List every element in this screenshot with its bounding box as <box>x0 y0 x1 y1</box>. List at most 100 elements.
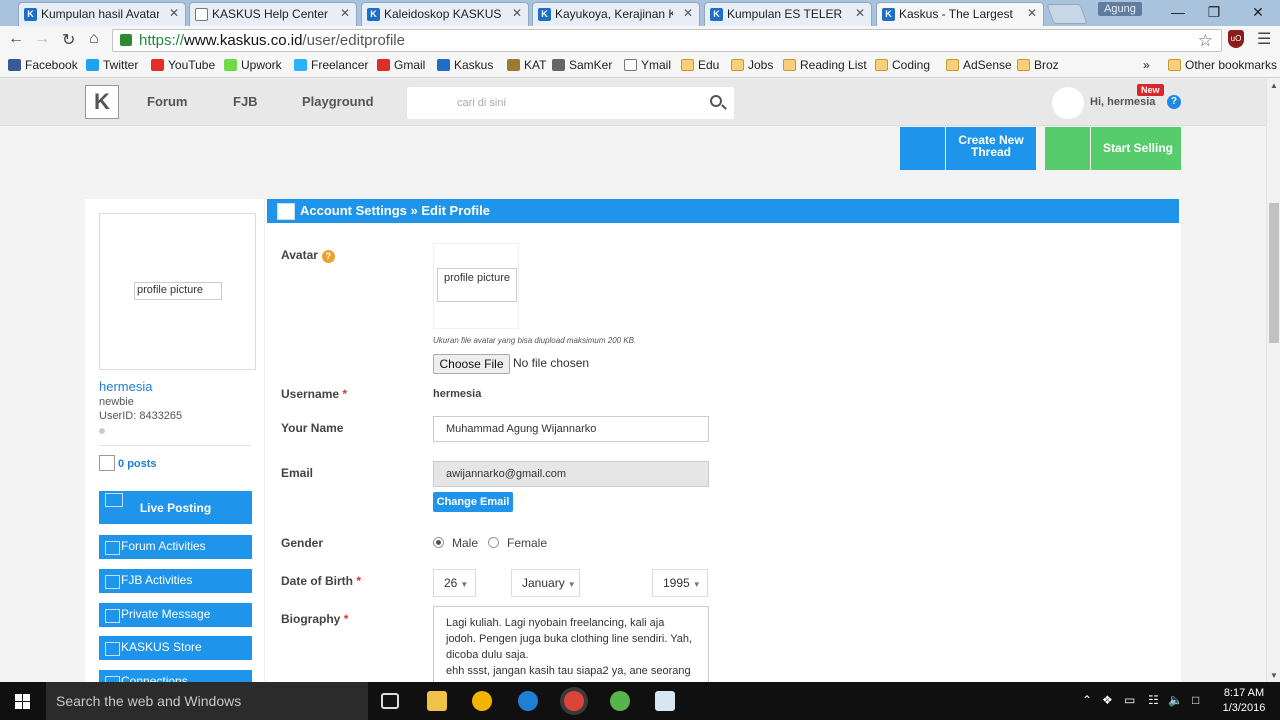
sidebar-username[interactable]: hermesia <box>99 379 152 394</box>
site-search-input[interactable]: cari di sini <box>407 87 734 119</box>
kaskus-logo[interactable]: K <box>85 85 119 119</box>
bookmark-jobs[interactable]: Jobs <box>731 58 773 72</box>
bookmark-adsense[interactable]: AdSense <box>946 58 1012 72</box>
dob-year-select[interactable]: 1995 ▼ <box>652 569 708 597</box>
profile-badge[interactable]: Agung <box>1098 2 1142 16</box>
back-icon[interactable]: ← <box>8 30 24 48</box>
nav-forum[interactable]: Forum <box>147 94 187 109</box>
kat-icon <box>507 59 520 71</box>
avatar[interactable] <box>1052 87 1084 119</box>
bookmark-edu[interactable]: Edu <box>681 58 719 72</box>
change-email-button[interactable]: Change Email <box>433 492 513 512</box>
wifi-icon[interactable]: ☷ <box>1148 693 1159 707</box>
notifications-icon[interactable]: □ <box>1192 693 1199 707</box>
restore-icon[interactable]: ❐ <box>1194 2 1234 22</box>
browser-tab[interactable]: K Kaleidoskop KASKUS Jua ✕ <box>361 2 529 26</box>
dob-day-select[interactable]: 26 ▼ <box>433 569 476 597</box>
tab-close-icon[interactable]: ✕ <box>855 6 865 20</box>
browser-tab[interactable]: K Kumpulan hasil Avatar | K ✕ <box>18 2 186 26</box>
email-field: awijannarko@gmail.com <box>433 461 709 487</box>
taskbar-search[interactable]: Search the web and Windows <box>46 682 368 720</box>
bookmark-kat[interactable]: KAT <box>507 58 546 72</box>
gender-male-label[interactable]: Male <box>452 536 478 550</box>
bookmark-gmail[interactable]: Gmail <box>377 58 425 72</box>
bookmark-upwork[interactable]: Upwork <box>224 58 282 72</box>
bookmark-kaskus[interactable]: Kaskus <box>437 58 493 72</box>
other-bookmarks[interactable]: Other bookmarks <box>1168 58 1277 72</box>
scroll-down-icon[interactable]: ▼ <box>1270 671 1278 680</box>
name-field[interactable]: Muhammad Agung Wijannarko <box>433 416 709 442</box>
sidebar-item-kaskus-store[interactable]: KASKUS Store <box>99 636 252 660</box>
volume-icon[interactable]: 🔈 <box>1168 693 1183 707</box>
bookmark-samker[interactable]: SamKer <box>552 58 612 72</box>
app-window-icon[interactable] <box>655 691 675 711</box>
drive-icon[interactable] <box>472 691 492 711</box>
search-icon[interactable] <box>710 95 722 107</box>
page-scrollbar[interactable]: ▲ ▼ <box>1266 79 1280 682</box>
dropbox-icon[interactable]: ❖ <box>1102 693 1113 707</box>
question-icon[interactable]: ? <box>321 250 335 263</box>
gender-female-radio[interactable] <box>488 537 499 548</box>
tab-close-icon[interactable]: ✕ <box>169 6 179 20</box>
clock[interactable]: 8:17 AM 1/3/2016 <box>1220 686 1268 716</box>
bookmark-reading-list[interactable]: Reading List <box>783 58 867 72</box>
gender-female-label[interactable]: Female <box>507 536 547 550</box>
tab-close-icon[interactable]: ✕ <box>683 6 693 20</box>
bookmark-youtube[interactable]: YouTube <box>151 58 215 72</box>
bookmark-label: Coding <box>892 58 931 72</box>
browser-tab[interactable]: K Kayukoya, Kerajinan Kay ✕ <box>532 2 700 26</box>
edge-icon[interactable] <box>518 691 538 711</box>
minimize-icon[interactable]: — <box>1158 2 1198 22</box>
chrome-menu-icon[interactable]: ☰ <box>1257 29 1271 49</box>
posts-link[interactable]: 0 posts <box>99 455 157 471</box>
browser-tab[interactable]: K Kumpulan ES TELER alias ✕ <box>704 2 872 26</box>
sidebar-item-fjb-activities[interactable]: FJB Activities <box>99 569 252 593</box>
start-button[interactable] <box>0 682 46 720</box>
tray-overflow-icon[interactable]: ⌃ <box>1082 693 1092 707</box>
tab-close-icon[interactable]: ✕ <box>1027 6 1037 20</box>
live-posting-button[interactable]: Live Posting <box>99 491 252 524</box>
sidebar-item-forum-activities[interactable]: Forum Activities <box>99 535 252 559</box>
dob-month-select[interactable]: January ▼ <box>511 569 580 597</box>
bookmark-ymail[interactable]: Ymail <box>624 58 671 72</box>
gender-male-radio[interactable] <box>433 537 444 548</box>
help-icon[interactable]: ? <box>1167 95 1181 109</box>
browser-tab[interactable]: K Kaskus - The Largest Ind ✕ <box>876 2 1044 26</box>
more-bookmarks-chevron[interactable]: » <box>1143 58 1150 72</box>
chrome-icon[interactable] <box>564 691 584 711</box>
create-thread-button[interactable]: Create New Thread <box>900 127 1036 170</box>
tab-close-icon[interactable]: ✕ <box>340 6 350 20</box>
browser-tab[interactable]: KASKUS Help Center - M ✕ <box>189 2 357 26</box>
sidebar-item-connections[interactable]: Connections <box>99 670 252 682</box>
bookmark-broz[interactable]: Broz <box>1017 58 1059 72</box>
close-window-icon[interactable]: ✕ <box>1238 2 1278 22</box>
bookmark-twitter[interactable]: Twitter <box>86 58 138 72</box>
scroll-up-icon[interactable]: ▲ <box>1270 81 1278 90</box>
bookmark-facebook[interactable]: Facebook <box>8 58 78 72</box>
sidebar-item-private-message[interactable]: Private Message <box>99 603 252 627</box>
task-view-icon[interactable] <box>381 693 399 709</box>
bookmark-star-icon[interactable]: ☆ <box>1198 31 1213 51</box>
url-path: /user/editprofile <box>302 32 405 49</box>
biography-textarea[interactable]: Lagi kuliah. Lagi nyobain freelancing, k… <box>433 606 709 682</box>
address-bar[interactable]: https://www.kaskus.co.id/user/editprofil… <box>112 29 1222 52</box>
new-tab-button[interactable] <box>1046 4 1088 24</box>
greeting[interactable]: Hi, hermesia <box>1090 96 1155 108</box>
battery-icon[interactable]: ▭ <box>1124 693 1135 707</box>
kaskus-icon: K <box>24 8 37 21</box>
scroll-thumb[interactable] <box>1269 203 1279 343</box>
nav-fjb[interactable]: FJB <box>233 94 258 109</box>
nav-playground[interactable]: Playground <box>302 94 374 109</box>
bookmark-label: Twitter <box>103 58 139 72</box>
file-explorer-icon[interactable] <box>427 691 447 711</box>
forward-icon[interactable]: → <box>34 30 50 48</box>
tab-close-icon[interactable]: ✕ <box>512 6 522 20</box>
start-selling-button[interactable]: Start Selling <box>1045 127 1181 170</box>
reload-icon[interactable]: ↻ <box>62 30 75 50</box>
bookmark-coding[interactable]: Coding <box>875 58 930 72</box>
ublock-icon[interactable]: uO <box>1228 30 1244 48</box>
utorrent-icon[interactable] <box>610 691 630 711</box>
bookmark-freelancer[interactable]: Freelancer <box>294 58 368 72</box>
choose-file-button[interactable]: Choose File <box>433 354 510 374</box>
home-icon[interactable]: ⌂ <box>89 30 99 48</box>
